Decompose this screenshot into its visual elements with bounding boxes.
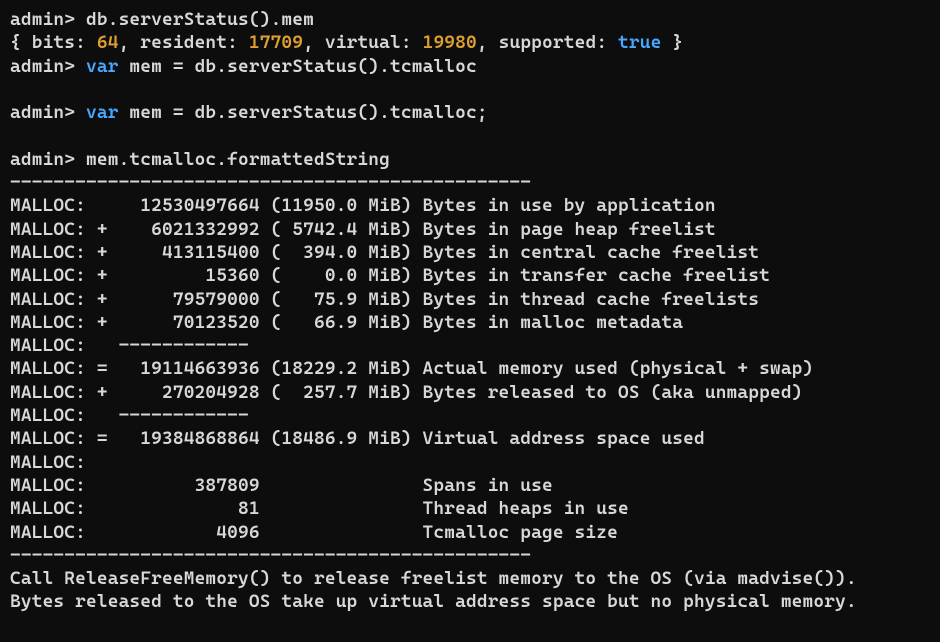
malloc-row: MALLOC: 12530497664 (11950.0 MiB) Bytes … (10, 194, 930, 217)
malloc-row: MALLOC: + 79579000 ( 75.9 MiB) Bytes in … (10, 288, 930, 311)
malloc-label: MALLOC: (10, 452, 86, 473)
malloc-rows-2: MALLOC: = 19114663936 (18229.2 MiB) Actu… (10, 357, 930, 404)
brace-open: { bits: (10, 32, 97, 53)
keyword-var: var (86, 102, 119, 123)
command-text: mem.tcmalloc.formattedString (86, 149, 390, 170)
mem-supported: true (618, 32, 661, 53)
malloc-row: MALLOC: + 15360 ( 0.0 MiB) Bytes in tran… (10, 264, 930, 287)
malloc-row: MALLOC: + 70123520 ( 66.9 MiB) Bytes in … (10, 311, 930, 334)
subsep: ------------ (86, 335, 249, 356)
prompt: admin> (10, 9, 75, 30)
prompt: admin> (10, 102, 75, 123)
command-text: mem = db.serverStatus().tcmalloc; (119, 102, 488, 123)
command-text: mem = db.serverStatus().tcmalloc (119, 56, 477, 77)
command-text: db.serverStatus().mem (86, 9, 314, 30)
malloc-row: MALLOC: = 19114663936 (18229.2 MiB) Actu… (10, 357, 930, 380)
sep: , virtual: (303, 32, 422, 53)
malloc-label: MALLOC: (10, 405, 86, 426)
malloc-empty: MALLOC: (10, 451, 930, 474)
sep: , supported: (477, 32, 618, 53)
malloc-row: MALLOC: + 270204928 ( 257.7 MiB) Bytes r… (10, 381, 930, 404)
malloc-subsep: MALLOC: ------------ (10, 404, 930, 427)
malloc-row: MALLOC: + 413115400 ( 394.0 MiB) Bytes i… (10, 241, 930, 264)
mem-resident: 17709 (249, 32, 303, 53)
mem-bits: 64 (97, 32, 119, 53)
sep: , resident: (119, 32, 249, 53)
mem-virtual: 19980 (423, 32, 477, 53)
malloc-rows-1: MALLOC: 12530497664 (11950.0 MiB) Bytes … (10, 194, 930, 334)
malloc-stat-row: MALLOC: 4096 Tcmalloc page size (10, 521, 930, 544)
malloc-stats: MALLOC: 387809 Spans in useMALLOC: 81 Th… (10, 474, 930, 544)
separator: ----------------------------------------… (10, 171, 930, 194)
terminal-window[interactable]: { "prompt": "admin>", "commands": { "cmd… (0, 0, 940, 622)
mem-output: { bits: 64, resident: 17709, virtual: 19… (10, 31, 930, 54)
footer-line-2: Bytes released to the OS take up virtual… (10, 590, 930, 613)
malloc-stat-row: MALLOC: 387809 Spans in use (10, 474, 930, 497)
brace-close: } (661, 32, 683, 53)
prompt: admin> (10, 56, 75, 77)
malloc-row: MALLOC: + 6021332992 ( 5742.4 MiB) Bytes… (10, 218, 930, 241)
blank-line (10, 124, 930, 147)
blank-line (10, 78, 930, 101)
cmd-line-3: admin> var mem = db.serverStatus().tcmal… (10, 101, 930, 124)
subsep: ------------ (86, 405, 249, 426)
malloc-row: MALLOC: = 19384868864 (18486.9 MiB) Virt… (10, 427, 930, 450)
malloc-subsep: MALLOC: ------------ (10, 334, 930, 357)
malloc-stat-row: MALLOC: 81 Thread heaps in use (10, 497, 930, 520)
keyword-var: var (86, 56, 119, 77)
malloc-rows-3: MALLOC: = 19384868864 (18486.9 MiB) Virt… (10, 427, 930, 450)
separator: ----------------------------------------… (10, 544, 930, 567)
prompt: admin> (10, 149, 75, 170)
cmd-line-4: admin> mem.tcmalloc.formattedString (10, 148, 930, 171)
cmd-line-2: admin> var mem = db.serverStatus().tcmal… (10, 55, 930, 78)
cmd-line-1: admin> db.serverStatus().mem (10, 8, 930, 31)
malloc-label: MALLOC: (10, 335, 86, 356)
footer-line-1: Call ReleaseFreeMemory() to release free… (10, 567, 930, 590)
